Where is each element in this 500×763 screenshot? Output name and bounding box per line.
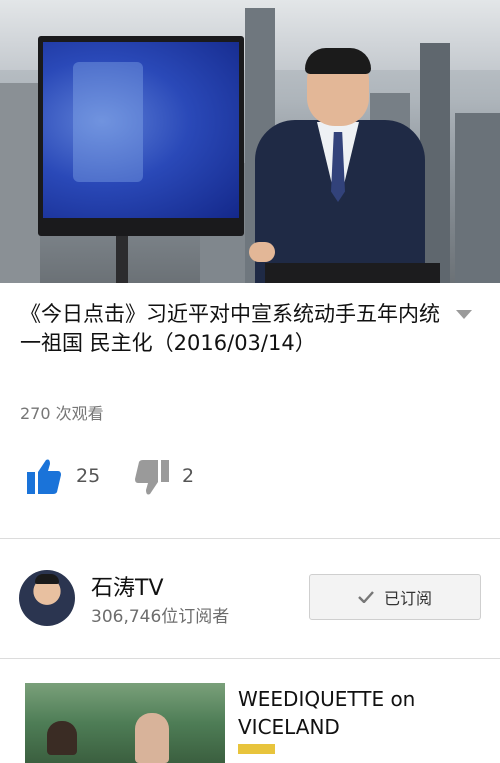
divider — [0, 538, 500, 539]
studio-desk — [265, 263, 440, 283]
presenter-hand — [249, 242, 275, 262]
rating-bar: 25 2 — [0, 452, 500, 504]
subscriber-count: 306,746位订阅者 — [91, 607, 230, 627]
subscribed-button[interactable]: 已订阅 — [309, 574, 481, 620]
like-count: 25 — [76, 465, 101, 487]
presenter-hair — [305, 48, 371, 74]
channel-badge — [238, 744, 275, 754]
skyline-building — [455, 113, 500, 283]
thumbnail-figure — [135, 713, 169, 763]
video-player[interactable] — [0, 0, 500, 283]
thumbs-up-icon[interactable] — [26, 456, 62, 496]
studio-monitor — [38, 36, 244, 236]
thumbs-down-icon[interactable] — [134, 458, 170, 498]
monitor-stand — [116, 236, 128, 283]
subscribed-label: 已订阅 — [383, 589, 432, 608]
video-title: 《今日点击》习近平对中宣系统动手五年内统一祖国 民主化（2016/03/14） — [20, 302, 440, 355]
up-next-title[interactable]: WEEDIQUETTE on VICELAND — [238, 685, 468, 741]
skyline-building — [0, 83, 40, 283]
divider — [0, 658, 500, 659]
chevron-down-icon[interactable] — [456, 310, 472, 319]
channel-row: 石涛TV 306,746位订阅者 已订阅 — [0, 555, 500, 645]
presenter — [249, 48, 425, 283]
view-count: 270 次观看 — [20, 404, 104, 423]
channel-name[interactable]: 石涛TV — [91, 570, 164, 602]
check-icon — [358, 591, 374, 603]
screen-glow — [73, 62, 143, 182]
video-thumbnail[interactable] — [25, 683, 225, 763]
up-next-item[interactable]: WEEDIQUETTE on VICELAND — [0, 670, 500, 763]
monitor-screen — [43, 42, 239, 218]
channel-avatar[interactable] — [19, 570, 75, 626]
dislike-count: 2 — [182, 465, 195, 487]
avatar-hair — [35, 574, 59, 584]
